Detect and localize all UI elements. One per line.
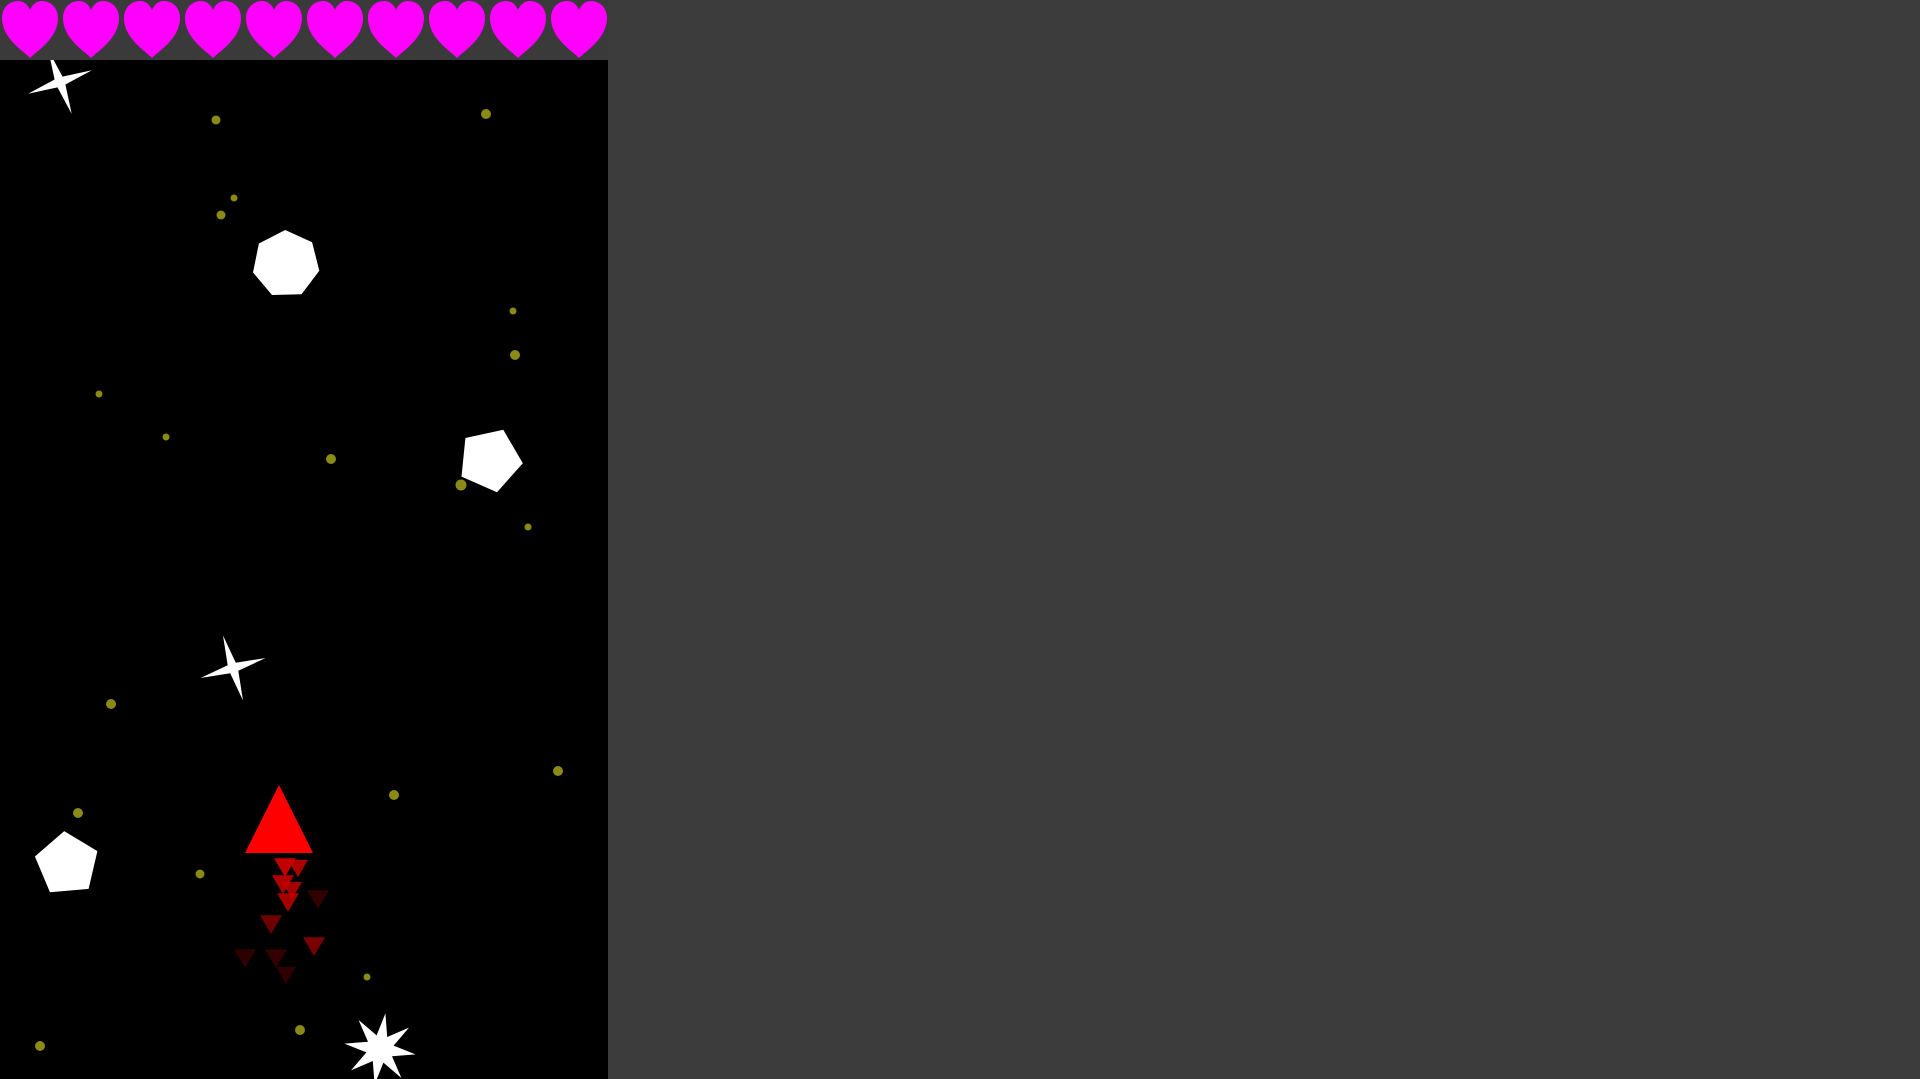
heart-icon — [429, 1, 485, 58]
red-triangle-exhaust-icon — [288, 860, 308, 877]
game-scene — [28, 50, 563, 1079]
dot-star-icon — [510, 350, 520, 360]
red-triangle-exhaust-icon — [260, 915, 282, 934]
red-triangle-ship-icon — [245, 785, 313, 853]
dot-star-icon — [95, 390, 103, 398]
heart-icon — [490, 1, 546, 58]
dot-star-icon — [389, 790, 399, 800]
red-triangle-exhaust-icon — [265, 949, 287, 968]
dot-star-icon — [216, 210, 226, 220]
dot-star-icon — [553, 766, 563, 776]
heart-icon — [2, 1, 58, 58]
obstacle-pentagon-1 — [461, 429, 523, 493]
heart-icon — [63, 1, 119, 58]
player-exhaust-trail — [234, 858, 329, 984]
heart-icon — [124, 1, 180, 58]
dot-star-icon — [162, 433, 170, 441]
heart-icon — [551, 1, 607, 58]
dot-star-icon — [211, 115, 221, 125]
dot-star-icon — [195, 869, 205, 879]
dot-star-icon — [295, 1025, 305, 1035]
lives-hearts — [2, 1, 607, 58]
obstacle-pentagon-2 — [34, 831, 98, 893]
heart-icon — [246, 1, 302, 58]
dot-star-icon — [363, 973, 371, 981]
obstacle-shuriken-2 — [200, 635, 266, 701]
heart-icon — [185, 1, 241, 58]
red-triangle-exhaust-icon — [276, 967, 296, 984]
dot-star-icon — [509, 307, 517, 315]
dot-star-icon — [73, 808, 83, 818]
game-window — [0, 0, 1920, 1079]
dot-star-icon — [106, 699, 116, 709]
side-panel — [608, 0, 1920, 1079]
dot-star-icon — [35, 1041, 45, 1051]
player-ship — [245, 785, 313, 853]
dot-star-icon — [230, 194, 238, 202]
obstacle-asterisk — [344, 1013, 416, 1079]
red-triangle-exhaust-icon — [307, 890, 329, 909]
obstacle-heptagon — [253, 230, 320, 295]
dot-star-icon — [524, 523, 532, 531]
heart-icon — [307, 1, 363, 58]
red-triangle-exhaust-icon — [303, 937, 325, 956]
heart-icon — [368, 1, 424, 58]
red-triangle-exhaust-icon — [234, 949, 256, 968]
playfield[interactable] — [0, 0, 608, 1079]
red-triangle-exhaust-icon — [277, 893, 299, 912]
dot-star-icon — [326, 454, 336, 464]
dot-star-icon — [455, 479, 467, 491]
hud-bar — [0, 0, 608, 60]
dot-star-icon — [481, 109, 491, 119]
